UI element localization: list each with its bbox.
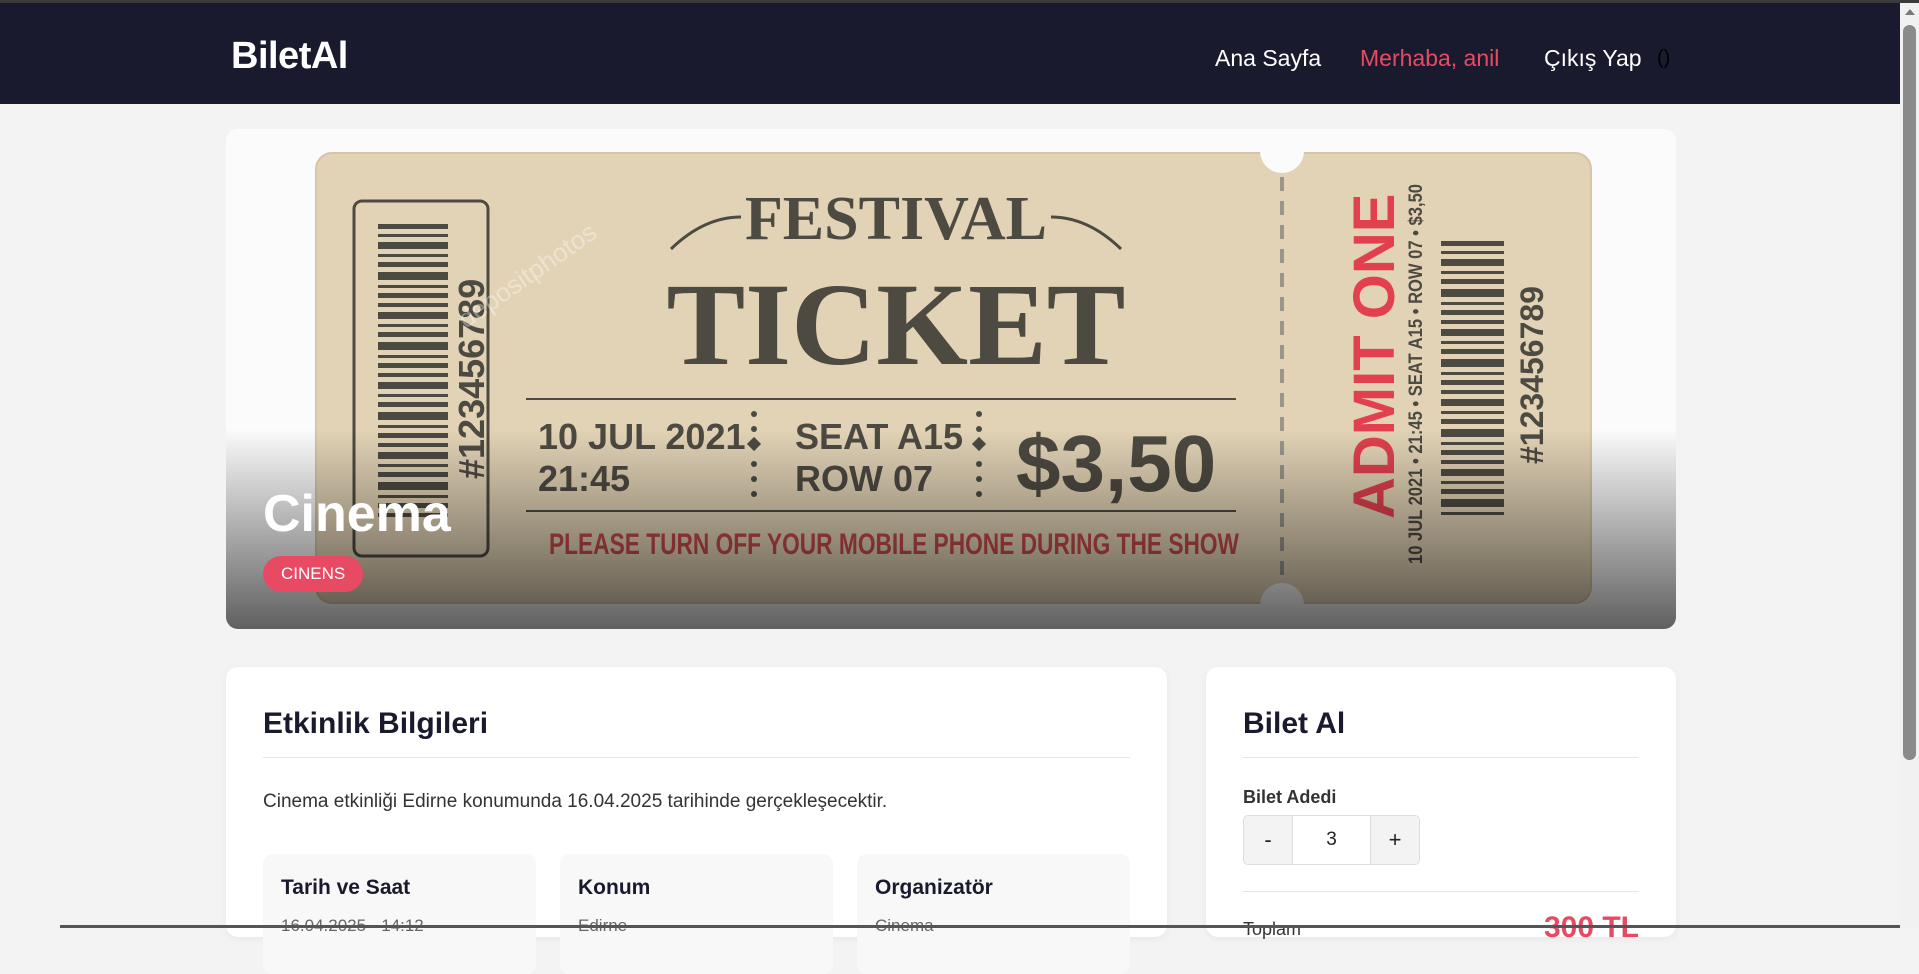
total-label: Toplam (1243, 919, 1302, 939)
total-price: 300 TL (1543, 911, 1639, 944)
decrease-quantity-button[interactable]: - (1244, 816, 1293, 864)
organizer-box: Organizatör Cinema (857, 854, 1130, 974)
buy-ticket-card: Bilet Al Bilet Adedi - + Toplam 300 TL (1206, 667, 1676, 944)
event-description: Cinema etkinliği Edirne konumunda 16.04.… (263, 791, 888, 812)
vertical-scrollbar[interactable] (1900, 3, 1919, 928)
event-info-card: Etkinlik Bilgileri Cinema etkinliği Edir… (226, 667, 1167, 974)
brand-logo[interactable]: BiletAl (231, 35, 348, 78)
date-time-label: Tarih ve Saat (281, 876, 411, 899)
scroll-up-arrow-icon[interactable] (1905, 9, 1915, 15)
ticket-title-text: TICKET (666, 259, 1125, 390)
location-label: Konum (578, 876, 651, 899)
location-box: Konum Edirne (560, 854, 833, 974)
quantity-label: Bilet Adedi (1243, 787, 1337, 807)
increase-quantity-button[interactable]: + (1370, 816, 1419, 864)
scrollbar-thumb[interactable] (1903, 25, 1916, 760)
ticket-festival-text: FESTIVAL (745, 185, 1047, 253)
divider (1243, 891, 1639, 892)
divider (263, 757, 1130, 758)
divider (1243, 757, 1639, 758)
nav-greeting-link[interactable]: Merhaba, anil (1360, 45, 1499, 72)
event-info-title: Etkinlik Bilgileri (263, 707, 489, 740)
category-badge: CINENS (263, 556, 364, 592)
event-hero: #123456789 FESTIVAL TICKET 10 JUL 2021 2… (226, 129, 1676, 629)
quantity-input[interactable] (1293, 816, 1370, 864)
organizer-label: Organizatör (875, 876, 993, 899)
date-time-box: Tarih ve Saat 16.04.2025 - 14:12 (263, 854, 536, 974)
quantity-stepper: - + (1243, 815, 1420, 865)
nav-home-link[interactable]: Ana Sayfa (1215, 45, 1321, 72)
event-title: Cinema (263, 485, 451, 543)
navbar: BiletAl Ana Sayfa Merhaba, anil Çıkış Ya… (0, 3, 1900, 104)
buy-ticket-title: Bilet Al (1243, 707, 1346, 740)
nav-logout-link[interactable]: Çıkış Yap (1544, 45, 1642, 72)
nav-extra-text: () (1657, 47, 1671, 69)
